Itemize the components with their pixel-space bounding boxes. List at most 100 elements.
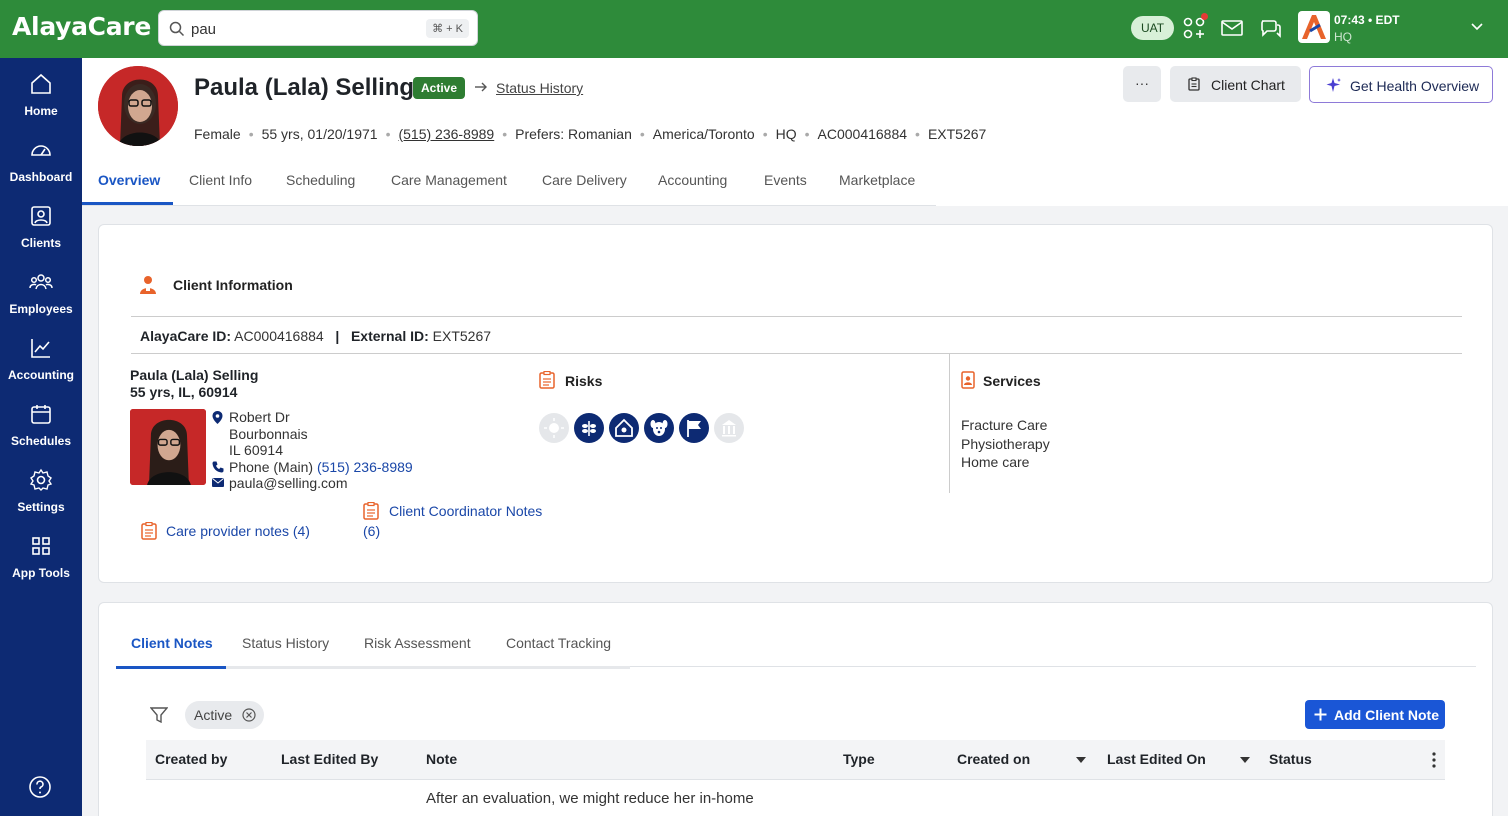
search-input[interactable] [191, 17, 421, 41]
building-risk-icon[interactable] [714, 413, 744, 443]
user-menu[interactable]: 07:43 • EDT HQ [1298, 11, 1498, 47]
email-value[interactable]: paula@selling.com [229, 475, 348, 491]
service-item: Home care [961, 454, 1030, 470]
column-status[interactable]: Status [1269, 751, 1312, 767]
schedules-icon [31, 405, 51, 424]
sidebar-item-accounting[interactable]: Accounting [0, 336, 82, 396]
sidebar: Home Dashboard Clients Employees Account… [0, 58, 82, 816]
sidebar-item-label: Clients [20, 236, 61, 250]
column-type[interactable]: Type [843, 751, 875, 767]
app-grid-icon[interactable] [1182, 13, 1208, 40]
care-provider-notes-label: Care provider notes (4) [166, 523, 310, 539]
more-actions-button[interactable]: ··· [1123, 66, 1161, 102]
service-item: Fracture Care [961, 417, 1048, 433]
filter-icon[interactable] [150, 707, 168, 723]
tab-client-info[interactable]: Client Info [189, 172, 252, 188]
employees-icon [29, 274, 53, 290]
get-health-overview-button[interactable]: Get Health Overview [1309, 66, 1493, 103]
filter-chip-active[interactable]: Active [185, 701, 265, 729]
table-row[interactable]: After an evaluation, we might reduce her… [426, 790, 754, 807]
client-notes-card: Client Notes Status History Risk Assessm… [98, 602, 1493, 816]
notes-icon [141, 522, 157, 540]
sparkle-icon [1326, 78, 1341, 92]
tab-client-notes[interactable]: Client Notes [131, 635, 213, 651]
coordinator-notes-label: Client Coordinator Notes [389, 503, 543, 519]
close-circle-icon[interactable] [242, 708, 256, 722]
phone-label: Phone (Main) [229, 458, 314, 475]
active-tab-indicator [82, 202, 173, 205]
sidebar-item-label: Employees [9, 302, 73, 316]
client-photo [98, 66, 178, 146]
divider [131, 316, 1462, 317]
top-bar: AlayaCare ⌘ + K UAT 07:43 • EDT HQ [0, 0, 1508, 58]
tab-contact-tracking[interactable]: Contact Tracking [506, 635, 611, 651]
location-pin-icon [212, 411, 223, 424]
user-avatar [1298, 11, 1330, 43]
sidebar-item-settings[interactable]: Settings [0, 468, 82, 528]
sidebar-item-clients[interactable]: Clients [0, 204, 82, 264]
home-safety-risk-icon[interactable] [609, 413, 639, 443]
column-note[interactable]: Note [426, 751, 457, 767]
column-last-edited-on[interactable]: Last Edited On [1107, 751, 1206, 767]
plus-icon [1314, 708, 1327, 721]
client-contact-details: Robert Dr Bourbonnais IL 60914 Phone (Ma… [212, 409, 413, 492]
services-title: Services [983, 373, 1041, 389]
sidebar-item-label: Dashboard [9, 170, 73, 184]
plant-allergy-risk-icon[interactable] [574, 413, 604, 443]
client-phone-link[interactable]: (515) 236-8989 [398, 126, 494, 142]
sidebar-item-label: Schedules [10, 434, 72, 448]
phone-icon [212, 461, 224, 472]
current-location: HQ [1334, 30, 1352, 44]
help-icon[interactable] [28, 775, 52, 799]
tab-marketplace[interactable]: Marketplace [839, 172, 915, 188]
tab-status-history[interactable]: Status History [242, 635, 329, 651]
app-logo[interactable]: AlayaCare [12, 12, 151, 41]
client-information-card: Client Information AlayaCare ID: AC00041… [98, 224, 1493, 583]
column-options-icon[interactable] [1432, 752, 1436, 768]
flag-risk-icon[interactable] [679, 413, 709, 443]
sun-risk-icon[interactable] [539, 413, 569, 443]
client-meta: Female • 55 yrs, 01/20/1971 • (515) 236-8989… [194, 126, 987, 142]
notes-tabs: Client Notes Status History Risk Assessm… [116, 633, 1476, 669]
services-badge-icon [961, 371, 975, 389]
email-icon [212, 478, 224, 487]
column-created-by[interactable]: Created by [155, 751, 227, 767]
search-box[interactable]: ⌘ + K [158, 10, 478, 46]
risks-title: Risks [565, 373, 603, 389]
client-chart-button[interactable]: Client Chart [1170, 66, 1301, 102]
tab-overview[interactable]: Overview [98, 172, 160, 188]
client-thumbnail [130, 409, 206, 485]
client-ids: AlayaCare ID: AC000416884 | External ID:… [140, 328, 491, 344]
sort-down-icon[interactable] [1240, 757, 1250, 763]
pet-risk-icon[interactable] [644, 413, 674, 443]
notes-table-header: Created by Last Edited By Note Type Crea… [146, 740, 1445, 780]
tab-events[interactable]: Events [764, 172, 807, 188]
tab-risk-assessment[interactable]: Risk Assessment [364, 635, 471, 651]
address-line3: IL 60914 [229, 442, 283, 458]
mail-icon[interactable] [1220, 16, 1244, 40]
address-line1: Robert Dr [229, 409, 290, 425]
tab-scheduling[interactable]: Scheduling [286, 172, 355, 188]
home-icon [31, 73, 51, 94]
alayacare-id-value: AC000416884 [234, 328, 324, 344]
sidebar-item-dashboard[interactable]: Dashboard [0, 138, 82, 198]
column-created-on[interactable]: Created on [957, 751, 1030, 767]
sidebar-item-employees[interactable]: Employees [0, 270, 82, 330]
status-badge: Active [413, 77, 466, 99]
tab-accounting[interactable]: Accounting [658, 172, 727, 188]
sidebar-item-home[interactable]: Home [0, 72, 82, 132]
chevron-down-icon[interactable] [1470, 19, 1484, 33]
tab-care-management[interactable]: Care Management [391, 172, 507, 188]
sidebar-item-label: Settings [17, 500, 65, 514]
tab-care-delivery[interactable]: Care Delivery [542, 172, 627, 188]
sort-down-icon[interactable] [1076, 757, 1086, 763]
sidebar-item-schedules[interactable]: Schedules [0, 402, 82, 462]
phone-link[interactable]: (515) 236-8989 [317, 459, 413, 475]
alayacare-id-label: AlayaCare ID: [140, 328, 232, 344]
column-last-edited-by[interactable]: Last Edited By [281, 751, 378, 767]
sidebar-item-app-tools[interactable]: App Tools [0, 534, 82, 594]
chat-icon[interactable] [1258, 16, 1282, 40]
status-history-link[interactable]: Status History [496, 80, 583, 96]
add-client-note-button[interactable]: Add Client Note [1305, 700, 1445, 729]
add-client-note-label: Add Client Note [1334, 707, 1439, 723]
